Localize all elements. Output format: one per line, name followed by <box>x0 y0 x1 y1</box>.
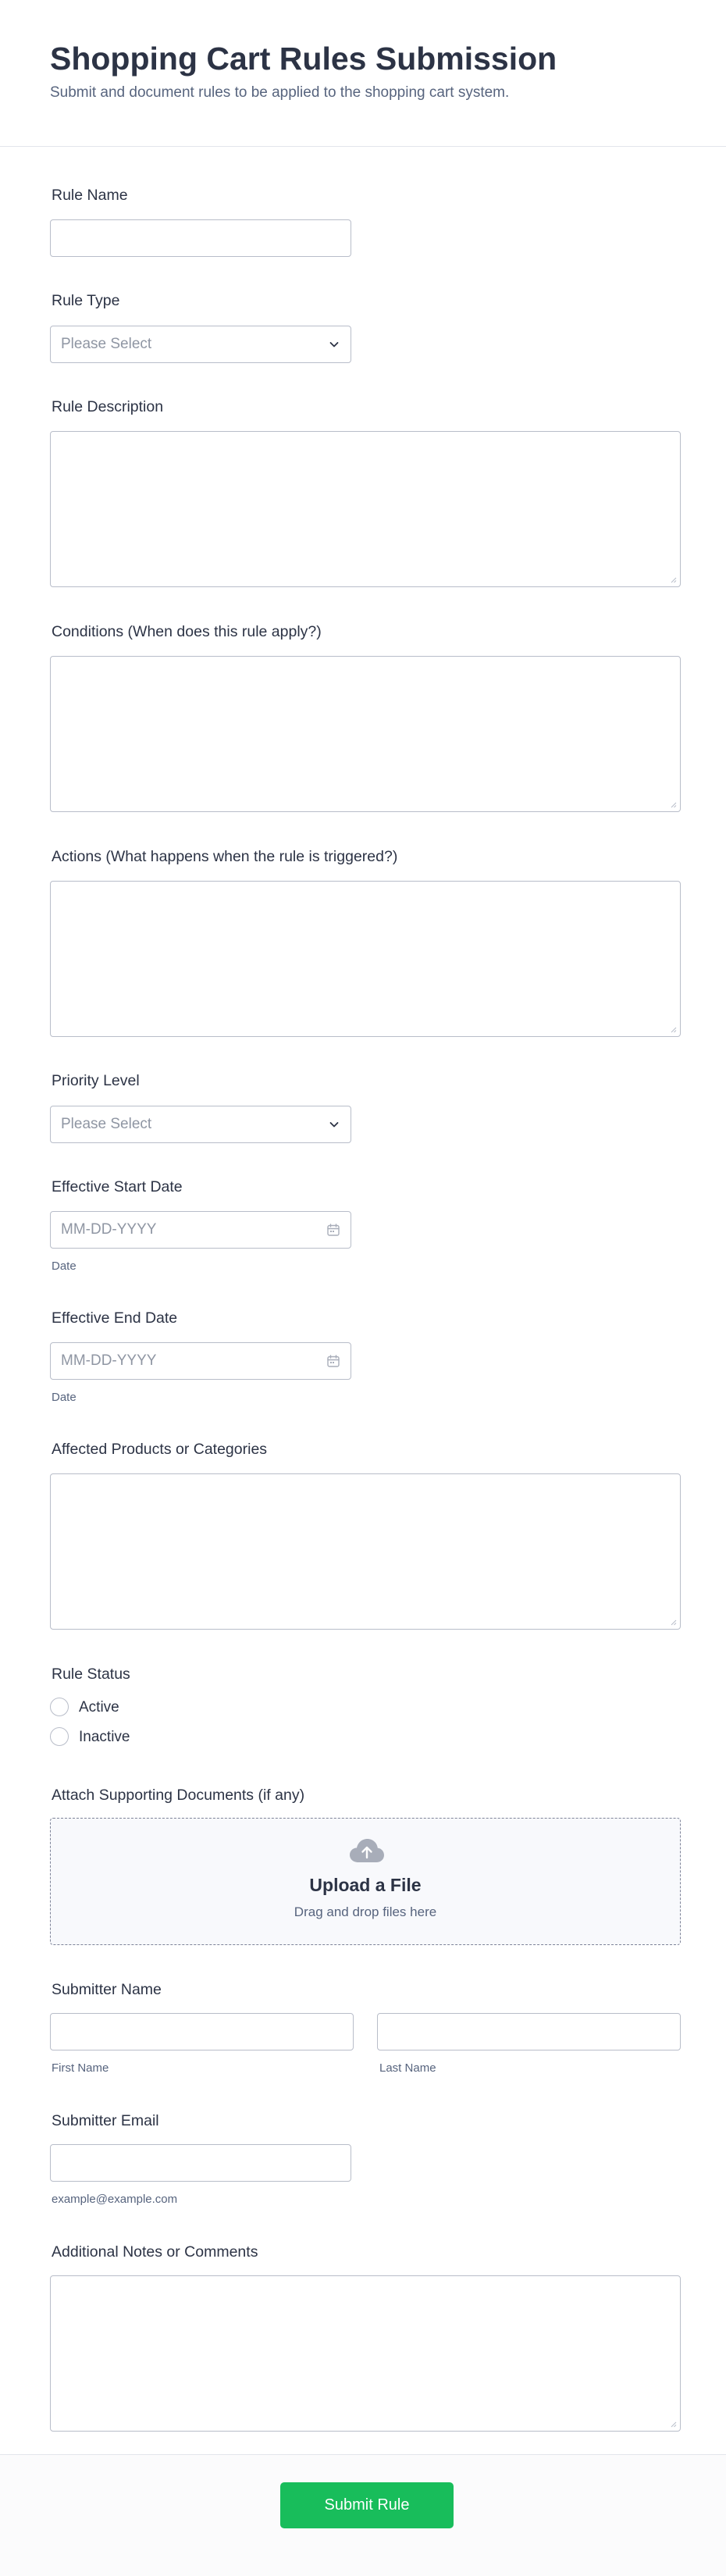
submitter-email-sublabel: example@example.com <box>52 2193 178 2206</box>
upload-title: Upload a File <box>309 1875 422 1895</box>
submitter-name-label: Submitter Name <box>52 1981 162 1998</box>
calendar-icon[interactable] <box>326 1354 340 1368</box>
end-date-input[interactable]: MM-DD-YYYY <box>50 1342 351 1380</box>
notes-label: Additional Notes or Comments <box>52 2243 258 2261</box>
radio-button[interactable] <box>50 1698 69 1716</box>
resize-handle-icon[interactable] <box>669 800 677 808</box>
file-upload-dropzone[interactable]: Upload a File Drag and drop files here <box>50 1818 681 1945</box>
form-footer: Submit Rule <box>0 2454 726 2576</box>
first-name-sublabel: First Name <box>52 2061 109 2075</box>
status-option-label: Active <box>79 1699 119 1716</box>
end-date-placeholder: MM-DD-YYYY <box>61 1352 157 1369</box>
status-option-active[interactable]: Active <box>50 1697 175 1719</box>
submitter-email-input[interactable] <box>50 2144 351 2182</box>
rule-description-label: Rule Description <box>52 398 164 415</box>
notes-textarea[interactable] <box>50 2275 681 2432</box>
resize-handle-icon[interactable] <box>669 2420 677 2428</box>
upload-hint: Drag and drop files here <box>294 1904 437 1919</box>
rule-description-textarea[interactable] <box>50 431 681 587</box>
start-date-input[interactable]: MM-DD-YYYY <box>50 1211 351 1249</box>
start-date-placeholder: MM-DD-YYYY <box>61 1221 157 1238</box>
priority-level-label: Priority Level <box>52 1072 140 1089</box>
start-date-sublabel: Date <box>52 1259 77 1273</box>
status-option-label: Inactive <box>79 1729 130 1745</box>
page-subtitle: Submit and document rules to be applied … <box>50 84 510 101</box>
form-header: Shopping Cart Rules Submission Submit an… <box>0 0 726 147</box>
submit-button[interactable]: Submit Rule <box>280 2482 454 2528</box>
first-name-input[interactable] <box>50 2013 354 2050</box>
chevron-down-icon <box>329 1122 339 1128</box>
resize-handle-icon[interactable] <box>669 1618 677 1626</box>
priority-level-placeholder: Please Select <box>61 1116 152 1132</box>
form-page: Shopping Cart Rules Submission Submit an… <box>0 0 726 2576</box>
rule-name-label: Rule Name <box>52 187 128 204</box>
conditions-textarea[interactable] <box>50 656 681 812</box>
end-date-sublabel: Date <box>52 1391 77 1404</box>
conditions-label: Conditions (When does this rule apply?) <box>52 623 322 640</box>
chevron-down-icon <box>329 342 339 347</box>
calendar-icon[interactable] <box>326 1223 340 1237</box>
page-title: Shopping Cart Rules Submission <box>50 41 557 77</box>
resize-handle-icon[interactable] <box>669 575 677 583</box>
radio-button[interactable] <box>50 1727 69 1746</box>
actions-label: Actions (What happens when the rule is t… <box>52 848 398 865</box>
last-name-sublabel: Last Name <box>379 2061 436 2075</box>
status-option-inactive[interactable]: Inactive <box>50 1726 175 1748</box>
attachments-label: Attach Supporting Documents (if any) <box>52 1787 305 1804</box>
affected-products-textarea[interactable] <box>50 1473 681 1630</box>
resize-handle-icon[interactable] <box>669 1025 677 1033</box>
priority-level-select[interactable]: Please Select <box>50 1106 351 1143</box>
rule-type-label: Rule Type <box>52 292 120 309</box>
end-date-label: Effective End Date <box>52 1309 178 1327</box>
rule-type-select[interactable]: Please Select <box>50 326 351 363</box>
actions-textarea[interactable] <box>50 881 681 1037</box>
submitter-email-label: Submitter Email <box>52 2112 159 2129</box>
affected-products-label: Affected Products or Categories <box>52 1441 268 1458</box>
cloud-upload-icon <box>350 1839 384 1862</box>
rule-type-placeholder: Please Select <box>61 336 152 352</box>
rule-status-label: Rule Status <box>52 1666 130 1683</box>
last-name-input[interactable] <box>377 2013 681 2050</box>
rule-name-input[interactable] <box>50 219 351 257</box>
start-date-label: Effective Start Date <box>52 1178 183 1195</box>
